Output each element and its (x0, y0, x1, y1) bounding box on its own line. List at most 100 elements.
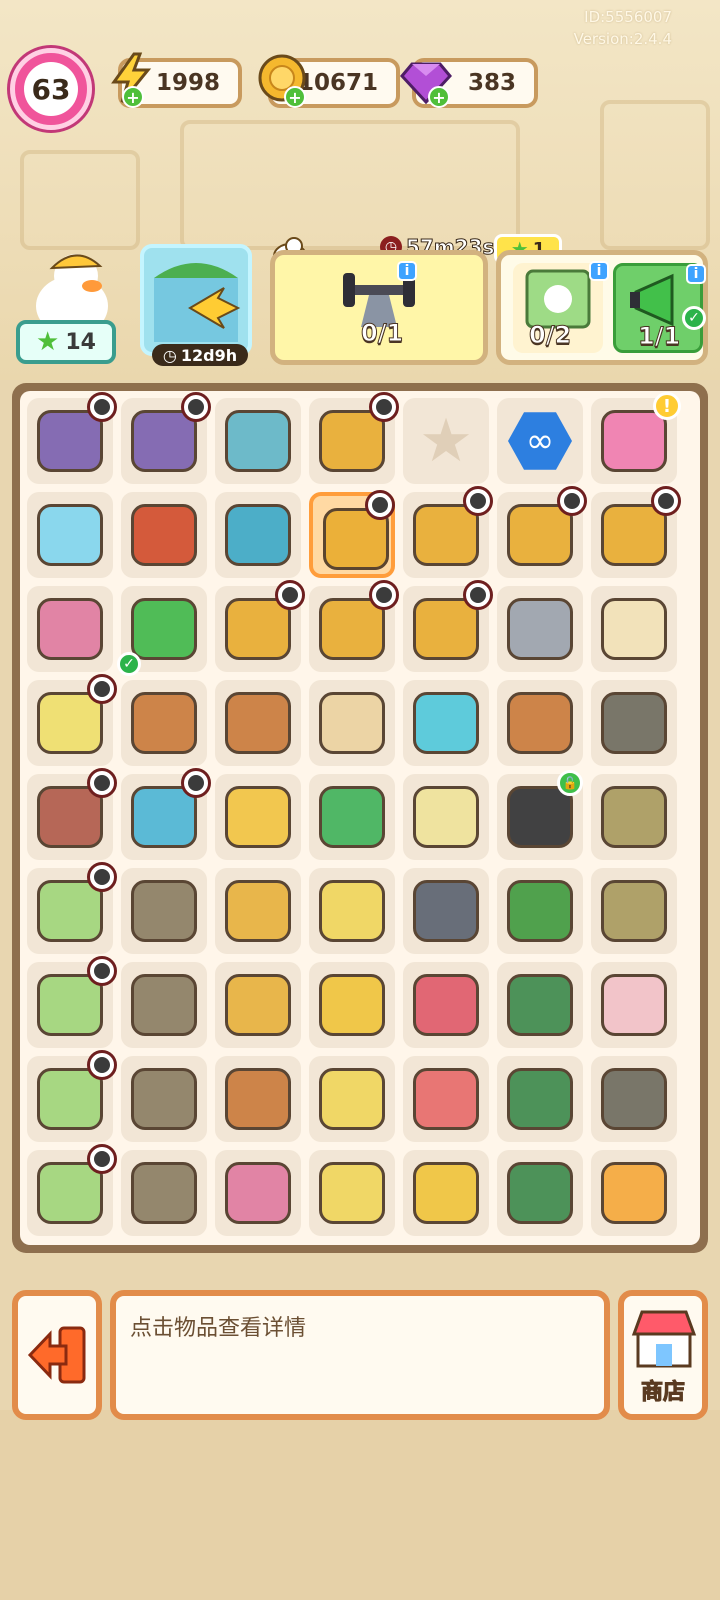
board-cell[interactable] (27, 1050, 117, 1142)
player-level-badge[interactable]: 63 (10, 48, 92, 130)
side-quest-2-info-button[interactable]: i (686, 264, 706, 284)
board-cell[interactable] (121, 868, 207, 954)
board-cell[interactable] (121, 768, 211, 860)
board-cell[interactable] (27, 392, 117, 484)
board-cell[interactable] (309, 1056, 395, 1142)
worker-star-count[interactable]: ★ 14 (16, 320, 116, 364)
board-cell[interactable] (309, 774, 395, 860)
board-cell[interactable] (309, 868, 395, 954)
timer-badge-icon (181, 768, 211, 798)
star-slot-icon: ★ (419, 406, 473, 476)
board-cell[interactable] (591, 962, 677, 1048)
board-cell[interactable] (591, 774, 677, 860)
timer-badge-icon (651, 486, 681, 516)
board-cell[interactable] (591, 868, 677, 954)
exit-button[interactable] (12, 1290, 102, 1420)
board-cell[interactable] (27, 492, 113, 578)
board-cell[interactable] (121, 392, 211, 484)
board-cell[interactable] (121, 1056, 207, 1142)
green-megaphone-icon (127, 592, 201, 666)
main-quest-card[interactable]: i 0/1 (270, 250, 488, 365)
board-cell[interactable] (403, 486, 493, 578)
pink-bricks-icon (33, 592, 107, 666)
timer-badge-icon (369, 580, 399, 610)
garbage-bag-icon (597, 686, 671, 760)
board-cell[interactable] (591, 486, 681, 578)
board-cell[interactable] (403, 774, 489, 860)
timer-badge-icon (463, 580, 493, 610)
board-cell[interactable]: ∞ (497, 398, 583, 484)
board-cell[interactable] (497, 586, 583, 672)
background-box-decor (600, 100, 710, 250)
board-cell[interactable] (215, 1056, 301, 1142)
board-cell[interactable] (309, 962, 395, 1048)
board-cell[interactable] (215, 492, 301, 578)
board-cell[interactable] (591, 680, 677, 766)
board-cell[interactable] (215, 1150, 301, 1236)
main-quest-info-button[interactable]: i (397, 261, 417, 281)
side-quests-panel: i 0/2 i ✓ 1/1 (496, 250, 708, 365)
event-art-icon (154, 263, 241, 342)
duck-cart-icon (315, 1062, 389, 1136)
board-cell[interactable] (591, 586, 677, 672)
flower-basket-icon (597, 1156, 671, 1230)
board-cell[interactable] (403, 1150, 489, 1236)
shop-icon (631, 1310, 697, 1368)
board-cell[interactable] (497, 868, 583, 954)
timer-badge-icon (365, 490, 395, 520)
board-cell[interactable] (309, 490, 395, 578)
board-cell[interactable] (27, 768, 117, 860)
board-cell[interactable] (121, 492, 207, 578)
board-cell[interactable] (121, 680, 207, 766)
board-cell[interactable] (403, 680, 489, 766)
event-banner[interactable] (140, 244, 252, 356)
event-timer-text: 12d9h (180, 345, 238, 365)
timer-badge-icon (87, 956, 117, 986)
board-cell[interactable]: ! (591, 392, 681, 484)
board-cell[interactable] (27, 1144, 117, 1236)
board-cell[interactable] (121, 962, 207, 1048)
board-cell[interactable] (591, 1056, 677, 1142)
board-cell[interactable] (215, 580, 305, 672)
board-cell[interactable] (27, 586, 113, 672)
add-coins-button[interactable]: + (284, 86, 306, 108)
board-cell[interactable] (309, 392, 399, 484)
green-tool-tray-icon (503, 874, 577, 948)
board-cell[interactable] (497, 486, 587, 578)
board-cell[interactable] (497, 680, 583, 766)
duck-cart-icon (315, 1156, 389, 1230)
board-cell[interactable]: ★ (403, 398, 489, 484)
board-cell[interactable]: ✓ (117, 586, 207, 676)
board-cell[interactable] (27, 862, 117, 954)
board-cell[interactable] (215, 680, 301, 766)
board-cell[interactable] (27, 674, 117, 766)
board-cell[interactable] (497, 1056, 583, 1142)
board-cell[interactable] (27, 956, 117, 1048)
board-cell[interactable] (309, 680, 395, 766)
gold-cart-icon (409, 1156, 483, 1230)
board-cell[interactable] (215, 868, 301, 954)
board-cell[interactable] (403, 962, 489, 1048)
board-cell[interactable] (215, 774, 301, 860)
board-cell[interactable] (121, 1150, 207, 1236)
board-cell[interactable] (215, 962, 301, 1048)
clock-icon: ◷ (162, 345, 177, 365)
board-cell[interactable]: 🔓 (497, 770, 583, 860)
player-id-text: ID:5556007 (584, 8, 672, 26)
add-energy-button[interactable]: + (122, 86, 144, 108)
board-cell[interactable] (309, 1150, 395, 1236)
board-cell[interactable] (215, 398, 301, 484)
version-text: Version:2.4.4 (573, 30, 672, 48)
board-cell[interactable] (309, 580, 399, 672)
side-quest-card-1[interactable]: i 0/2 (513, 261, 609, 353)
board-cell[interactable] (403, 580, 493, 672)
shop-button[interactable]: 商店 (618, 1290, 708, 1420)
board-cell[interactable] (497, 962, 583, 1048)
board-cell[interactable] (403, 1056, 489, 1142)
board-cell[interactable] (403, 868, 489, 954)
add-gems-button[interactable]: + (428, 86, 450, 108)
side-quest-1-info-button[interactable]: i (589, 261, 609, 281)
board-cell[interactable] (591, 1150, 677, 1236)
side-quest-card-2[interactable]: i ✓ 1/1 (613, 263, 706, 353)
board-cell[interactable] (497, 1150, 583, 1236)
